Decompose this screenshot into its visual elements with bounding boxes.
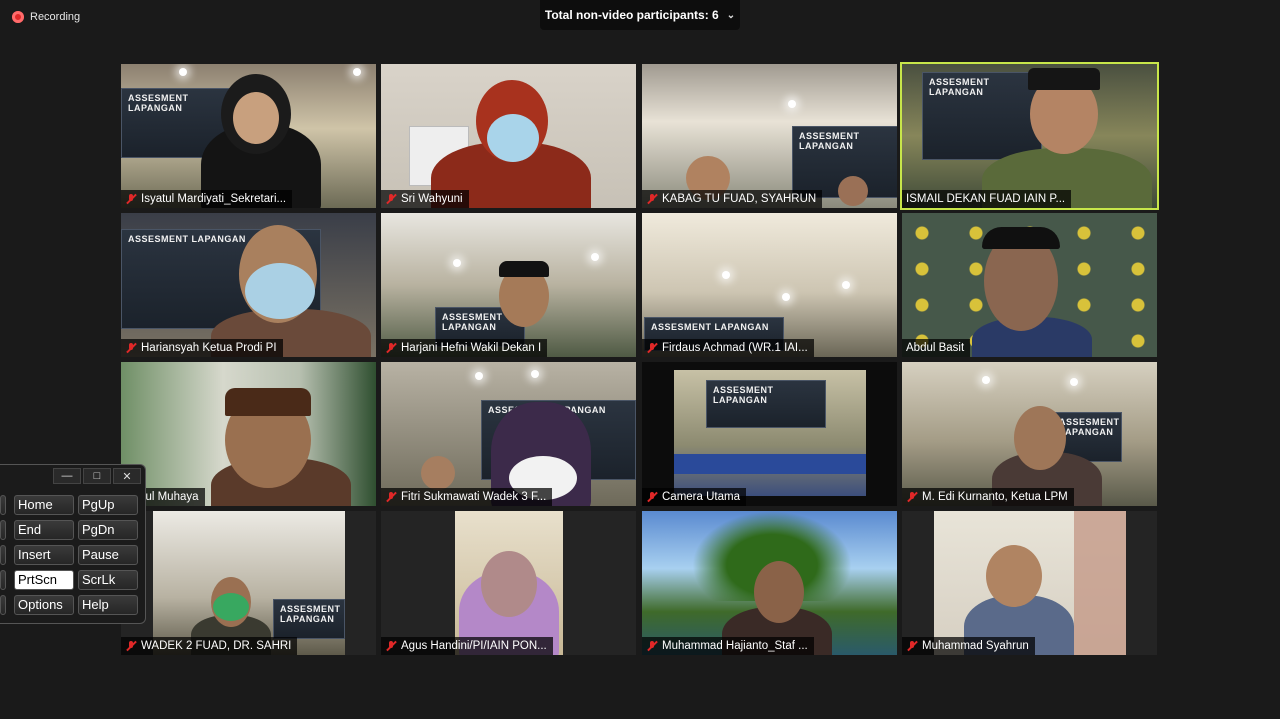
banner-text: ASSESMENT LAPANGAN bbox=[128, 234, 246, 244]
participant-nametag: Agus Handini/PI/IAIN PON... bbox=[381, 637, 553, 655]
key-partial[interactable] bbox=[0, 595, 6, 615]
participant-name: Camera Utama bbox=[662, 491, 740, 503]
video-tile[interactable]: Sri Wahyuni bbox=[381, 64, 636, 208]
video-tile[interactable]: ASSESMENT LAPANGAN KABAG TU FUAD, SYAHRU… bbox=[642, 64, 897, 208]
muted-mic-icon bbox=[385, 193, 397, 205]
record-icon bbox=[12, 11, 24, 23]
key-options[interactable]: Options bbox=[14, 595, 74, 615]
participant-nametag: Muhammad Hajianto_Staf ... bbox=[642, 637, 814, 655]
video-tile[interactable]: Agus Handini/PI/IAIN PON... bbox=[381, 511, 636, 655]
muted-mic-icon bbox=[646, 640, 658, 652]
muted-mic-icon bbox=[646, 342, 658, 354]
participant-name: Harjani Hefni Wakil Dekan I bbox=[401, 342, 542, 354]
video-tile[interactable]: ASSESMENT LAPANGAN Hariansyah Ketua Prod… bbox=[121, 213, 376, 357]
key-partial[interactable] bbox=[0, 520, 6, 540]
video-tile[interactable]: Muhammad Hajianto_Staf ... bbox=[642, 511, 897, 655]
banner-text: ASSESMENT LAPANGAN bbox=[280, 604, 341, 624]
video-tile[interactable]: ASSESMENT LAPANGAN WADEK 2 FUAD, DR. SAH… bbox=[121, 511, 376, 655]
muted-mic-icon bbox=[385, 640, 397, 652]
participant-name: Muhammad Syahrun bbox=[922, 640, 1029, 652]
participant-nametag: Hariansyah Ketua Prodi PI bbox=[121, 339, 283, 357]
participant-name: Isyatul Mardiyati_Sekretari... bbox=[141, 193, 287, 205]
video-tile[interactable]: Abdul Basit bbox=[902, 213, 1157, 357]
non-video-participants-dropdown[interactable]: Total non-video participants: 6 ⌄ bbox=[540, 0, 740, 30]
gallery-view: ASSESMENT LAPANGAN Isyatul Mardiyati_Sek… bbox=[121, 62, 1159, 655]
muted-mic-icon bbox=[646, 491, 658, 503]
key-pgdn[interactable]: PgDn bbox=[78, 520, 138, 540]
banner-text: ASSESMENT LAPANGAN bbox=[799, 131, 860, 151]
video-tile[interactable]: ASSESMENT LAPANGAN Firdaus Achmad (WR.1 … bbox=[642, 213, 897, 357]
video-tile[interactable]: ASSESMENT LAPANGAN Camera Utama bbox=[642, 362, 897, 506]
participant-name: M. Edi Kurnanto, Ketua LPM bbox=[922, 491, 1068, 503]
key-pgup[interactable]: PgUp bbox=[78, 495, 138, 515]
banner-text: ASSESMENT LAPANGAN bbox=[713, 385, 774, 405]
key-partial[interactable] bbox=[0, 495, 6, 515]
video-tile[interactable]: ASSESMENT LAPANGAN Harjani Hefni Wakil D… bbox=[381, 213, 636, 357]
key-insert[interactable]: Insert bbox=[14, 545, 74, 565]
participant-nametag: Camera Utama bbox=[642, 488, 746, 506]
on-screen-keyboard: — □ ✕ Home PgUp End PgDn Insert Pause Pr… bbox=[0, 464, 146, 624]
video-tile-active-speaker[interactable]: ASSESMENT LAPANGAN ISMAIL DEKAN FUAD IAI… bbox=[900, 62, 1159, 210]
participant-name: WADEK 2 FUAD, DR. SAHRI bbox=[141, 640, 292, 652]
non-video-participants-label: Total non-video participants: 6 bbox=[544, 8, 719, 22]
participant-name: Abdul Basit bbox=[906, 342, 965, 354]
participant-nametag: KABAG TU FUAD, SYAHRUN bbox=[642, 190, 823, 208]
video-tile[interactable]: Abdul Muhaya bbox=[121, 362, 376, 506]
key-partial[interactable] bbox=[0, 545, 6, 565]
key-home[interactable]: Home bbox=[14, 495, 74, 515]
banner-text: ASSESMENT LAPANGAN bbox=[128, 93, 189, 113]
participant-nametag: ISMAIL DEKAN FUAD IAIN P... bbox=[902, 190, 1072, 208]
participant-name: KABAG TU FUAD, SYAHRUN bbox=[662, 193, 817, 205]
muted-mic-icon bbox=[125, 193, 137, 205]
participant-name: Hariansyah Ketua Prodi PI bbox=[141, 342, 277, 354]
participant-nametag: Isyatul Mardiyati_Sekretari... bbox=[121, 190, 293, 208]
banner-text: ASSESMENT LAPANGAN bbox=[1059, 417, 1120, 437]
key-end[interactable]: End bbox=[14, 520, 74, 540]
video-tile[interactable]: ASSESMENT LAPANGAN Fitri Sukmawati Wadek… bbox=[381, 362, 636, 506]
participant-nametag: Harjani Hefni Wakil Dekan I bbox=[381, 339, 548, 357]
key-scrlk[interactable]: ScrLk bbox=[78, 570, 138, 590]
minimize-button[interactable]: — bbox=[53, 468, 81, 484]
key-prtscn[interactable]: PrtScn bbox=[14, 570, 74, 590]
banner-text: ASSESMENT LAPANGAN bbox=[929, 77, 990, 97]
muted-mic-icon bbox=[646, 193, 658, 205]
recording-indicator[interactable]: Recording bbox=[12, 11, 80, 23]
video-tile[interactable]: ASSESMENT LAPANGAN Isyatul Mardiyati_Sek… bbox=[121, 64, 376, 208]
participant-name: Fitri Sukmawati Wadek 3 F... bbox=[401, 491, 547, 503]
muted-mic-icon bbox=[125, 640, 137, 652]
key-partial[interactable] bbox=[0, 570, 6, 590]
participant-nametag: M. Edi Kurnanto, Ketua LPM bbox=[902, 488, 1074, 506]
recording-label: Recording bbox=[30, 11, 81, 23]
video-tile[interactable]: ASSESMENT LAPANGAN M. Edi Kurnanto, Ketu… bbox=[902, 362, 1157, 506]
key-pause[interactable]: Pause bbox=[78, 545, 138, 565]
participant-name: Sri Wahyuni bbox=[401, 193, 463, 205]
participant-name: Firdaus Achmad (WR.1 IAI... bbox=[662, 342, 808, 354]
participant-nametag: WADEK 2 FUAD, DR. SAHRI bbox=[121, 637, 298, 655]
muted-mic-icon bbox=[906, 640, 918, 652]
participant-name: Agus Handini/PI/IAIN PON... bbox=[401, 640, 547, 652]
banner-text: ASSESMENT LAPANGAN bbox=[651, 322, 769, 332]
participant-name: Muhammad Hajianto_Staf ... bbox=[662, 640, 808, 652]
muted-mic-icon bbox=[385, 491, 397, 503]
muted-mic-icon bbox=[906, 491, 918, 503]
chevron-down-icon: ⌄ bbox=[726, 9, 736, 21]
participant-name: ISMAIL DEKAN FUAD IAIN P... bbox=[906, 193, 1066, 205]
restore-button[interactable]: □ bbox=[83, 468, 111, 484]
participant-nametag: Sri Wahyuni bbox=[381, 190, 469, 208]
muted-mic-icon bbox=[385, 342, 397, 354]
key-help[interactable]: Help bbox=[78, 595, 138, 615]
participant-nametag: Abdul Basit bbox=[902, 339, 971, 357]
muted-mic-icon bbox=[125, 342, 137, 354]
video-tile[interactable]: Muhammad Syahrun bbox=[902, 511, 1157, 655]
participant-nametag: Fitri Sukmawati Wadek 3 F... bbox=[381, 488, 553, 506]
participant-nametag: Muhammad Syahrun bbox=[902, 637, 1035, 655]
keyboard-window-controls: — □ ✕ bbox=[53, 468, 141, 484]
close-button[interactable]: ✕ bbox=[113, 468, 141, 484]
participant-nametag: Firdaus Achmad (WR.1 IAI... bbox=[642, 339, 814, 357]
